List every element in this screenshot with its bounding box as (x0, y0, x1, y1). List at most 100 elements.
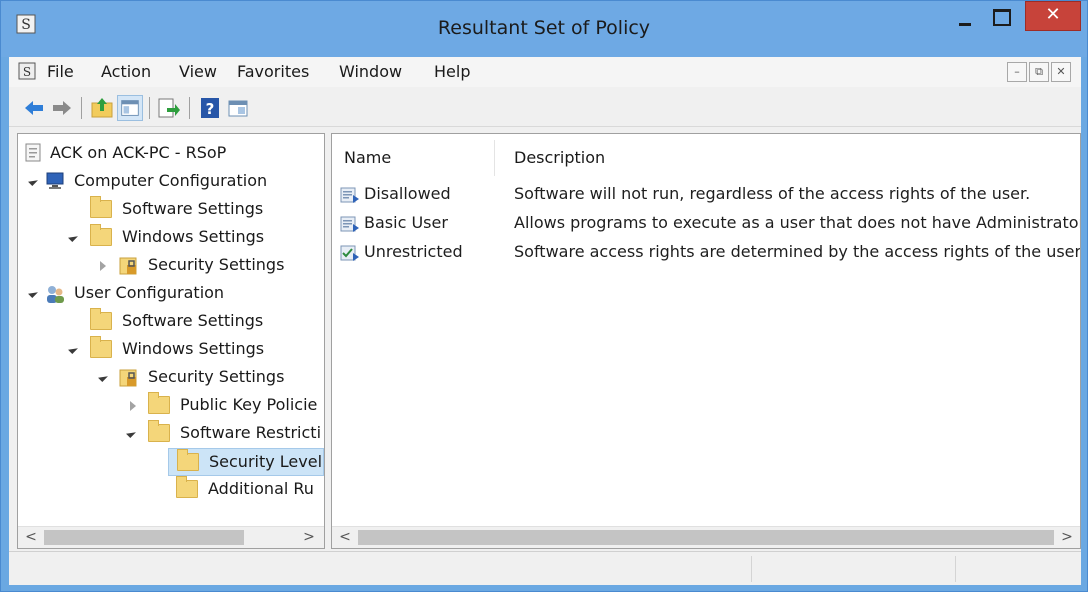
toolbar-separator (149, 97, 150, 119)
security-settings-icon (119, 257, 137, 275)
expand-arrow-icon[interactable] (98, 372, 108, 382)
tree-item-cc-software-settings[interactable]: Software Settings (78, 196, 318, 224)
menu-bar: S File Action View Favorites Window Help… (9, 57, 1081, 87)
back-arrow-icon[interactable] (21, 95, 47, 121)
computer-icon (46, 172, 64, 189)
folder-icon (90, 196, 112, 218)
tree-item-security-levels[interactable]: Security Level (168, 448, 324, 476)
scroll-right-icon[interactable]: > (300, 528, 318, 546)
tree-item-label: Software Settings (122, 311, 264, 330)
toolbar: ? (9, 89, 1081, 127)
expand-arrow-icon[interactable] (28, 288, 38, 298)
tree-item-computer-configuration[interactable]: Computer Configuration (28, 168, 324, 196)
close-button[interactable]: ✕ (1025, 1, 1081, 31)
svg-text:?: ? (206, 100, 215, 118)
folder-icon (176, 476, 198, 498)
minimize-button[interactable] (949, 1, 983, 31)
level-description: Software access rights are determined by… (514, 242, 1081, 261)
properties-icon[interactable] (225, 95, 251, 121)
scrollbar-thumb[interactable] (358, 530, 1054, 545)
tree-item-label: Software Settings (122, 199, 264, 218)
column-divider[interactable] (494, 140, 495, 176)
console-tree[interactable]: ACK on ACK-PC - RSoP Computer Configurat… (17, 133, 325, 549)
mdi-close-button[interactable]: ✕ (1051, 62, 1071, 82)
export-list-icon[interactable] (155, 95, 181, 121)
tree-item-cc-security-settings[interactable]: Security Settings (96, 252, 322, 280)
tree-item-label: Windows Settings (122, 227, 265, 246)
tree-item-label: User Configuration (74, 283, 225, 302)
results-list[interactable]: Name Description Disallowed Software wil… (331, 133, 1081, 549)
tree-item-label: Windows Settings (122, 339, 265, 358)
menu-view[interactable]: View (179, 62, 217, 81)
column-header-description[interactable]: Description (514, 148, 605, 167)
default-security-level-icon (340, 245, 359, 261)
scrollbar-thumb[interactable] (44, 530, 244, 545)
tree-item-label: Security Settings (148, 367, 285, 386)
expand-arrow-icon[interactable] (68, 344, 78, 354)
window-title: Resultant Set of Policy (437, 17, 651, 39)
menu-window[interactable]: Window (339, 62, 402, 81)
list-item-disallowed[interactable]: Disallowed Software will not run, regard… (340, 182, 1080, 208)
menu-action[interactable]: Action (101, 62, 151, 81)
tree-item-software-restriction-policies[interactable]: Software Restricti (126, 420, 324, 448)
security-level-icon (340, 216, 359, 232)
tree-item-root[interactable]: ACK on ACK-PC - RSoP (24, 140, 320, 168)
tree-item-user-configuration[interactable]: User Configuration (28, 280, 324, 308)
scroll-left-icon[interactable]: < (336, 528, 354, 546)
tree-item-uc-security-settings[interactable]: Security Settings (98, 364, 322, 392)
collapse-arrow-icon[interactable] (100, 261, 106, 271)
title-bar[interactable]: S Resultant Set of Policy ✕ (1, 1, 1087, 57)
expand-arrow-icon[interactable] (28, 176, 38, 186)
tree-item-label: Security Level (209, 452, 323, 471)
folder-icon (90, 224, 112, 246)
tree-item-label: Software Restricti (180, 423, 322, 442)
mdi-minimize-button[interactable]: – (1007, 62, 1027, 82)
menu-help[interactable]: Help (434, 62, 470, 81)
maximize-button[interactable] (985, 1, 1019, 31)
help-icon[interactable]: ? (197, 95, 223, 121)
menu-favorites[interactable]: Favorites (237, 62, 309, 81)
mdi-restore-button[interactable]: ⧉ (1029, 62, 1049, 82)
column-header-name[interactable]: Name (344, 148, 391, 167)
list-item-unrestricted[interactable]: Unrestricted Software access rights are … (340, 240, 1080, 266)
level-name: Basic User (364, 213, 448, 232)
folder-icon (177, 449, 199, 471)
level-description: Allows programs to execute as a user tha… (514, 213, 1081, 232)
scroll-left-icon[interactable]: < (22, 528, 40, 546)
collapse-arrow-icon[interactable] (130, 401, 136, 411)
toolbar-separator (81, 97, 82, 119)
status-divider (955, 556, 956, 582)
scroll-right-icon[interactable]: > (1058, 528, 1076, 546)
security-level-icon (340, 187, 359, 203)
menu-file[interactable]: File (47, 62, 74, 81)
tree-item-cc-windows-settings[interactable]: Windows Settings (68, 224, 318, 252)
system-menu-icon[interactable]: S (17, 61, 37, 81)
folder-icon (90, 308, 112, 330)
tree-item-uc-software-settings[interactable]: Software Settings (78, 308, 318, 336)
client-area: S File Action View Favorites Window Help… (9, 57, 1081, 585)
show-hide-tree-icon[interactable] (117, 95, 143, 121)
status-bar (9, 551, 1081, 585)
folder-icon (148, 420, 170, 442)
expand-arrow-icon[interactable] (126, 428, 136, 438)
rsop-document-icon (25, 143, 41, 162)
up-folder-icon[interactable] (89, 95, 115, 121)
tree-item-public-key-policies[interactable]: Public Key Policie (126, 392, 324, 420)
forward-arrow-icon[interactable] (49, 95, 75, 121)
folder-icon (90, 336, 112, 358)
tree-horizontal-scrollbar[interactable]: < > (18, 526, 324, 548)
security-settings-icon (119, 369, 137, 387)
level-description: Software will not run, regardless of the… (514, 184, 1031, 203)
expand-arrow-icon[interactable] (68, 232, 78, 242)
users-icon (47, 286, 64, 303)
tree-item-uc-windows-settings[interactable]: Windows Settings (68, 336, 318, 364)
list-horizontal-scrollbar[interactable]: < > (332, 526, 1080, 548)
rsop-window: S Resultant Set of Policy ✕ S File Actio… (0, 0, 1088, 592)
tree-item-label: ACK on ACK-PC - RSoP (50, 143, 227, 162)
tree-item-additional-rules[interactable]: Additional Ru (168, 476, 324, 504)
tree-item-label: Security Settings (148, 255, 285, 274)
svg-text:S: S (23, 65, 31, 79)
list-item-basic-user[interactable]: Basic User Allows programs to execute as… (340, 211, 1080, 237)
folder-icon (148, 392, 170, 414)
tree-item-label: Additional Ru (208, 479, 314, 498)
